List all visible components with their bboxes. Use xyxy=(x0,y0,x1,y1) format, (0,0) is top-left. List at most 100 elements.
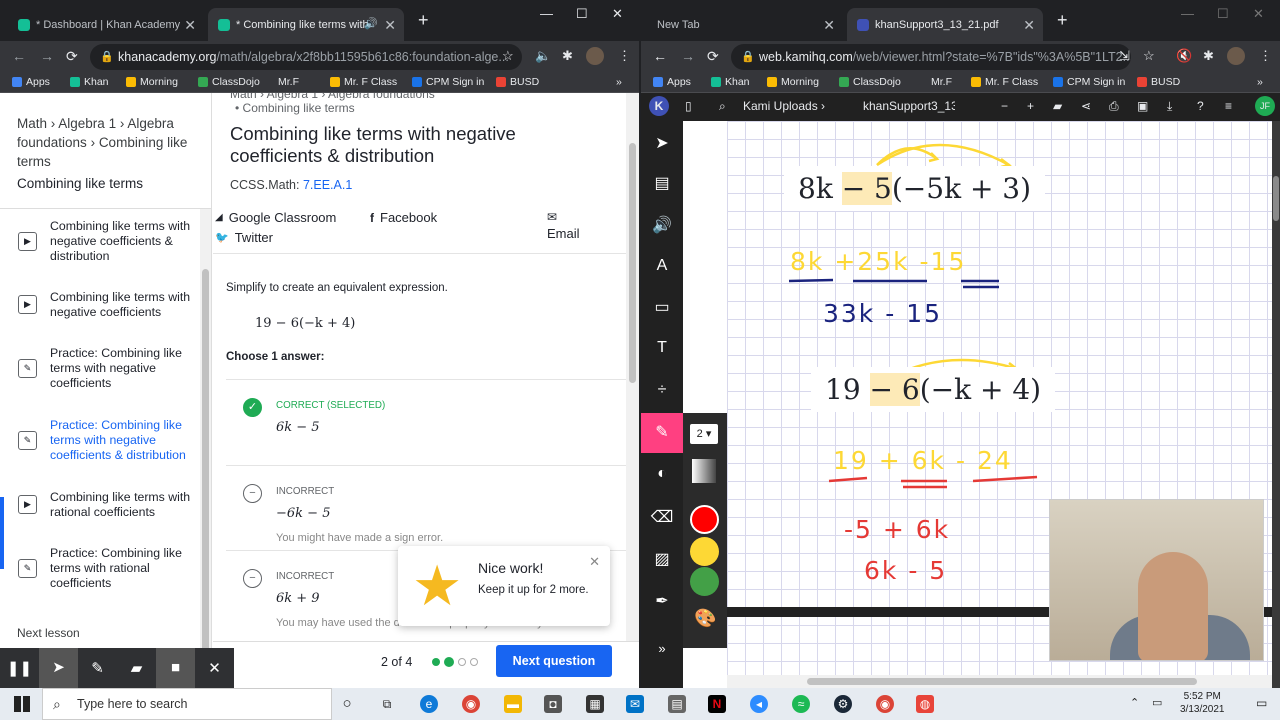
minimize-icon[interactable]: — xyxy=(1181,6,1194,21)
screencast-icon[interactable]: ◍ xyxy=(916,695,934,713)
read-aloud-icon[interactable]: 🔊 xyxy=(641,215,683,235)
back-icon[interactable]: ← xyxy=(12,48,26,64)
profile-avatar[interactable] xyxy=(1227,47,1245,65)
bookmark-busd[interactable]: BUSD xyxy=(496,76,539,88)
camera-icon[interactable]: ■ xyxy=(156,648,195,688)
chrome-icon[interactable]: ◉ xyxy=(462,695,480,713)
search-icon[interactable]: ⌕ xyxy=(719,99,726,114)
close-tab-icon[interactable]: ✕ xyxy=(184,17,196,34)
netflix-icon[interactable]: N xyxy=(708,695,726,713)
highlighter-icon[interactable]: ▰ xyxy=(117,659,156,677)
star-icon[interactable]: ☆ xyxy=(502,48,514,64)
twitter-share[interactable]: 🐦 Twitter xyxy=(215,230,273,245)
header-breadcrumb[interactable]: Math › Algebra 1 › Algebra foundations xyxy=(230,93,435,101)
menu-icon[interactable]: ⋮ xyxy=(618,48,631,64)
bookmark-classdojo[interactable]: ClassDojo xyxy=(198,76,260,88)
bookmark-mrf[interactable]: Mr.F xyxy=(931,76,952,88)
spotify-icon[interactable]: ≈ xyxy=(792,695,810,713)
breadcrumb-math[interactable]: Math xyxy=(17,116,47,131)
close-tab-icon[interactable]: ✕ xyxy=(823,17,835,34)
maximize-icon[interactable]: ☐ xyxy=(576,6,588,22)
windows-start-icon[interactable] xyxy=(14,696,30,712)
exercise-scrollbar[interactable] xyxy=(626,93,639,688)
tab-new-tab[interactable]: New Tab ✕ xyxy=(647,8,843,41)
bookmark-apps[interactable]: Apps xyxy=(12,76,50,88)
bookmark-cpm[interactable]: CPM Sign in xyxy=(412,76,484,88)
reload-icon[interactable]: ⟳ xyxy=(66,48,78,65)
edge-icon[interactable]: e xyxy=(420,695,438,713)
document-name[interactable]: khanSupport3_13_21.pdf xyxy=(863,99,955,113)
close-tab-icon[interactable]: ✕ xyxy=(1023,17,1035,34)
share-icon[interactable]: ⋖ xyxy=(1081,99,1091,113)
forward-icon[interactable]: → xyxy=(40,48,54,64)
tab-combining-like-terms[interactable]: * Combining like terms with 🔊 ✕ xyxy=(208,8,404,41)
cursor-icon[interactable]: ➤ xyxy=(39,648,78,688)
dictionary-tool-icon[interactable]: ▤ xyxy=(641,173,683,193)
download-icon[interactable]: ⤓ xyxy=(1167,99,1172,114)
star-icon[interactable]: ☆ xyxy=(1143,48,1155,64)
red-color-swatch[interactable] xyxy=(690,505,719,534)
opacity-swatch[interactable] xyxy=(692,459,716,483)
close-window-icon[interactable]: ✕ xyxy=(1253,6,1264,22)
next-lesson-link[interactable]: Next lesson xyxy=(17,626,80,640)
bookmark-apps[interactable]: Apps xyxy=(653,76,691,88)
zoom-icon[interactable]: ◂ xyxy=(750,695,768,713)
yellow-color-swatch[interactable] xyxy=(690,537,719,566)
audio-icon[interactable]: 🔊 xyxy=(364,17,378,30)
address-bar[interactable]: 🔒 web.kamihq.com/web/viewer.html?state=%… xyxy=(731,44,1131,70)
pdf-vertical-scrollbar[interactable] xyxy=(1272,121,1280,688)
system-clock[interactable]: 5:52 PM 3/13/2021 xyxy=(1180,690,1225,716)
bookmark-busd[interactable]: BUSD xyxy=(1137,76,1180,88)
taskbar-search[interactable]: ⌕ Type here to search xyxy=(42,688,332,720)
zoom-in-icon[interactable]: + xyxy=(1027,99,1034,113)
bookmark-mrf[interactable]: Mr.F xyxy=(278,76,299,88)
zoom-out-icon[interactable]: − xyxy=(1001,99,1008,113)
kami-logo-icon[interactable]: K xyxy=(649,96,669,116)
store-icon[interactable]: ▦ xyxy=(586,695,604,713)
extensions-icon[interactable]: ✱ xyxy=(1203,48,1214,64)
audio-icon[interactable]: 🔈 xyxy=(535,48,551,64)
image-tool-icon[interactable]: ▨ xyxy=(641,549,683,569)
save-icon[interactable]: ▣ xyxy=(1137,99,1148,113)
tray-chevron-icon[interactable]: ⌃ xyxy=(1130,696,1139,709)
steam-icon[interactable]: ⚙ xyxy=(834,695,852,713)
next-question-button[interactable]: Next question xyxy=(496,645,612,677)
notifications-icon[interactable]: ▭ xyxy=(1256,696,1267,710)
task-view-icon[interactable]: ⧉ xyxy=(378,695,396,713)
reload-icon[interactable]: ⟳ xyxy=(707,48,719,65)
header-subcrumb[interactable]: • Combining like terms xyxy=(235,101,355,115)
sidebar-scrollbar[interactable] xyxy=(200,209,211,688)
minimize-icon[interactable]: — xyxy=(540,6,553,21)
forward-icon[interactable]: → xyxy=(681,48,695,64)
collapse-toolbar-icon[interactable]: » xyxy=(641,641,683,656)
pdf-horizontal-scrollbar[interactable] xyxy=(727,675,1272,688)
bookmarks-overflow-icon[interactable]: » xyxy=(1257,76,1263,88)
stroke-size-select[interactable]: 2 ▾ xyxy=(690,424,718,444)
mail-icon[interactable]: ✉ xyxy=(626,695,644,713)
markup-tool-icon[interactable]: A xyxy=(641,257,683,275)
eraser-tool-icon[interactable]: ⌫ xyxy=(641,507,683,527)
text-tool-icon[interactable]: T xyxy=(641,339,683,357)
mute-icon[interactable]: 🔇 xyxy=(1176,48,1192,64)
menu-icon[interactable]: ≡ xyxy=(1225,99,1232,113)
maximize-icon[interactable]: ☐ xyxy=(1217,6,1229,22)
extensions-icon[interactable]: ✱ xyxy=(562,48,573,64)
bookmark-mrf-class[interactable]: Mr. F Class xyxy=(971,76,1038,88)
pause-icon[interactable]: ❚❚ xyxy=(0,659,39,677)
profile-avatar[interactable] xyxy=(586,47,604,65)
answer-choice-a[interactable]: ✓ CORRECT (SELECTED) 6k − 5 xyxy=(226,379,626,465)
green-color-swatch[interactable] xyxy=(690,567,719,596)
new-tab-button[interactable]: + xyxy=(1057,10,1068,31)
bookmark-classdojo[interactable]: ClassDojo xyxy=(839,76,901,88)
breadcrumb-algebra1[interactable]: Algebra 1 xyxy=(58,116,116,131)
bookmark-morning[interactable]: Morning xyxy=(126,76,178,88)
drawing-tool-icon[interactable]: ✎ xyxy=(641,413,683,453)
close-recorder-icon[interactable]: ✕ xyxy=(195,659,234,677)
print-icon[interactable]: ⎙ xyxy=(1109,99,1119,114)
back-icon[interactable]: ← xyxy=(653,48,667,64)
folder-path[interactable]: Kami Uploads › xyxy=(743,99,825,113)
user-avatar[interactable]: JF xyxy=(1255,96,1275,116)
close-toast-icon[interactable]: ✕ xyxy=(589,554,600,570)
close-window-icon[interactable]: ✕ xyxy=(612,6,623,22)
facebook-share[interactable]: f Facebook xyxy=(370,210,437,225)
